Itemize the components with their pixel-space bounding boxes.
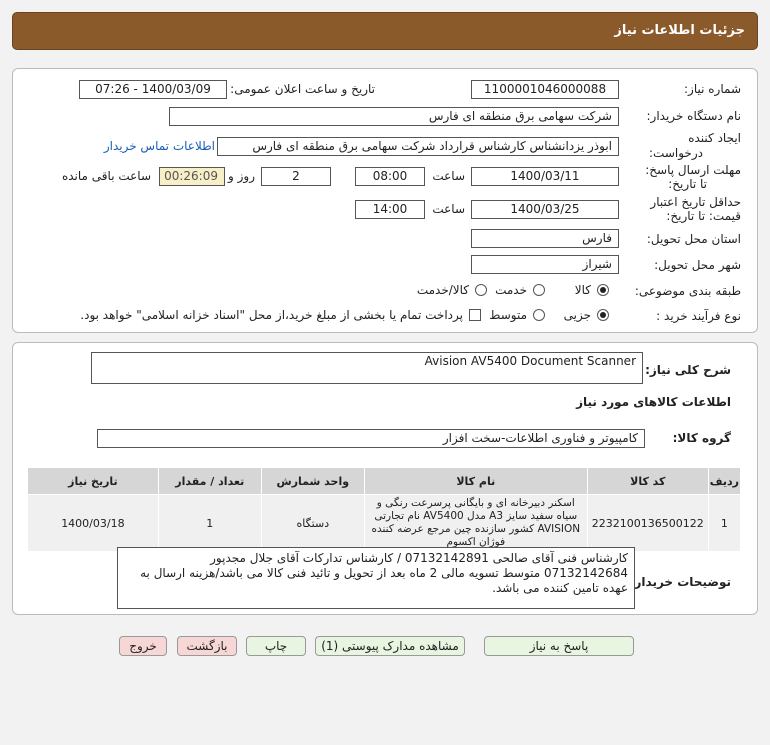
reply-time-label: ساعت (432, 169, 465, 183)
need-number-label: شماره نیاز: (684, 82, 741, 96)
category-radio-service[interactable] (533, 284, 545, 296)
days-field: 2 (261, 167, 331, 186)
city-field: شیراز (471, 255, 619, 274)
purchase-radio-medium[interactable] (533, 309, 545, 321)
buyer-org-label: نام دستگاه خریدار: (646, 109, 742, 123)
exit-button[interactable]: خروج (119, 636, 167, 656)
need-number-field: 1100001046000088 (471, 80, 619, 99)
table-row: 1 2232100136500122 اسکنر دبیرخانه ای و ب… (27, 494, 742, 552)
need-info-panel: شماره نیاز: 1100001046000088 تاریخ و ساع… (12, 68, 758, 333)
col-code: کد کالا (586, 467, 709, 495)
cell-unit: دستگاه (260, 494, 365, 552)
summary-field: Avision AV5400 Document Scanner (91, 352, 643, 384)
days-label: روز و (228, 169, 255, 183)
col-row: ردیف (707, 467, 742, 495)
validity-label-1: حداقل تاریخ اعتبار (650, 195, 741, 209)
group-label: گروه کالا: (672, 431, 731, 445)
reply-deadline-label-2: تا تاریخ: (668, 177, 707, 191)
print-button[interactable]: چاپ (246, 636, 306, 656)
attachments-button[interactable]: مشاهده مدارک پیوستی (1) (315, 636, 465, 656)
creator-field: ابوذر یزدانشناس کارشناس قرارداد شرکت سها… (217, 137, 619, 156)
details-panel: شرح کلی نیاز: Avision AV5400 Document Sc… (12, 342, 758, 615)
buyer-notes-field: کارشناس فنی آقای صالحی 07132142891 / کار… (117, 547, 635, 609)
remaining-time-label: ساعت باقی مانده (61, 169, 151, 183)
col-unit: واحد شمارش (260, 467, 365, 495)
reply-date-field: 1400/03/11 (471, 167, 619, 186)
validity-date-field: 1400/03/25 (471, 200, 619, 219)
col-qty: تعداد / مقدار (157, 467, 262, 495)
col-name: نام کالا (363, 467, 588, 495)
page-header: جزئیات اطلاعات نیاز (12, 12, 758, 50)
group-field: کامپیوتر و فناوری اطلاعات-سخت افزار (97, 429, 645, 448)
page-title: جزئیات اطلاعات نیاز (614, 23, 745, 38)
validity-time-field: 14:00 (355, 200, 425, 219)
category-option-goods: کالا (574, 283, 591, 297)
reply-deadline-label-1: مهلت ارسال پاسخ: (645, 163, 741, 177)
summary-label: شرح کلی نیاز: (645, 363, 731, 377)
items-table: ردیف کد کالا نام کالا واحد شمارش تعداد /… (27, 467, 742, 552)
buyer-org-field: شرکت سهامی برق منطقه ای فارس (169, 107, 619, 126)
category-option-goods-service: کالا/خدمت (416, 283, 469, 297)
announce-label: تاریخ و ساعت اعلان عمومی: (230, 82, 375, 96)
purchase-type-label: نوع فرآیند خرید : (656, 309, 741, 323)
reply-time-field: 08:00 (355, 167, 425, 186)
back-button[interactable]: بازگشت (177, 636, 237, 656)
contact-info-link[interactable]: اطلاعات تماس خریدار (104, 139, 215, 153)
validity-label-2: قیمت: تا تاریخ: (666, 209, 741, 223)
cell-qty: 1 (157, 494, 262, 552)
items-section-title: اطلاعات کالاهای مورد نیاز (576, 395, 731, 409)
category-label: طبقه بندی موضوعی: (634, 284, 741, 298)
purchase-option-medium: متوسط (489, 308, 527, 322)
province-field: فارس (471, 229, 619, 248)
cell-name: اسکنر دبیرخانه ای و بایگانی پرسرعت رنگی … (363, 494, 588, 552)
items-table-header: ردیف کد کالا نام کالا واحد شمارش تعداد /… (27, 467, 742, 495)
creator-label-1: ایجاد کننده (688, 131, 741, 145)
cell-date: 1400/03/18 (27, 494, 159, 552)
cell-code: 2232100136500122 (586, 494, 709, 552)
remaining-time-field: 00:26:09 (159, 167, 225, 186)
validity-time-label: ساعت (432, 202, 465, 216)
cell-row: 1 (707, 494, 742, 552)
purchase-option-minor: جزیی (563, 308, 591, 322)
purchase-radio-minor[interactable] (597, 309, 609, 321)
category-radio-goods-service[interactable] (475, 284, 487, 296)
creator-label-2: درخواست: (649, 146, 703, 160)
buyer-notes-label: توضیحات خریدار: (629, 575, 731, 589)
col-date: تاریخ نیاز (27, 467, 159, 495)
payment-note: پرداخت تمام یا بخشی از مبلغ خرید،از محل … (80, 308, 463, 322)
category-option-service: خدمت (495, 283, 527, 297)
reply-button[interactable]: پاسخ به نیاز (484, 636, 634, 656)
category-radio-goods[interactable] (597, 284, 609, 296)
treasury-bonds-checkbox[interactable] (469, 309, 481, 321)
city-label: شهر محل تحویل: (654, 258, 741, 272)
province-label: استان محل تحویل: (646, 232, 741, 246)
announce-field: 1400/03/09 - 07:26 (79, 80, 227, 99)
